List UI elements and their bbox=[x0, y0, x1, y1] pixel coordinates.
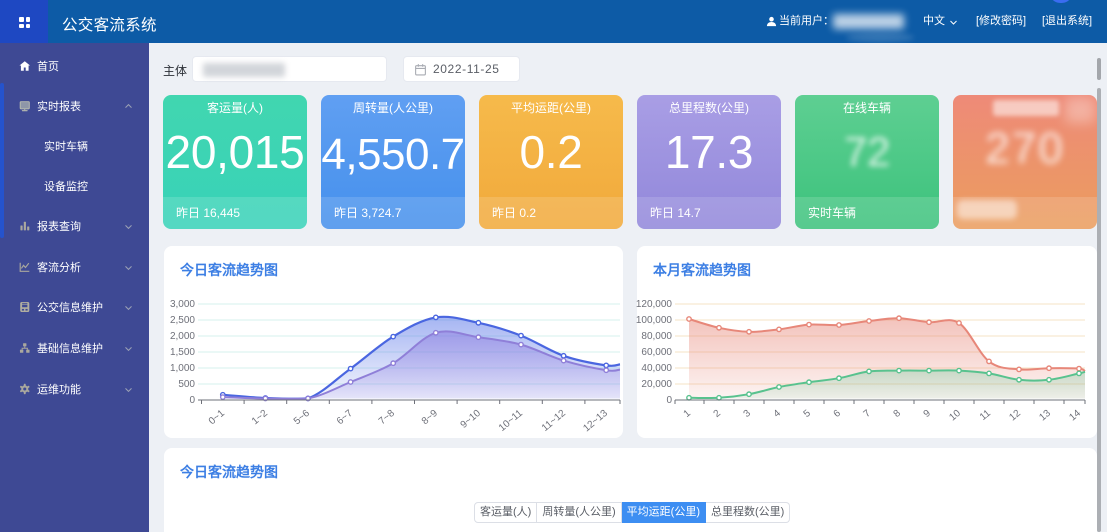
svg-text:7: 7 bbox=[862, 408, 874, 420]
svg-text:8: 8 bbox=[892, 408, 904, 420]
svg-text:4: 4 bbox=[772, 408, 784, 420]
svg-text:2,500: 2,500 bbox=[170, 315, 195, 326]
svg-text:20,000: 20,000 bbox=[641, 379, 672, 390]
svg-text:11~12: 11~12 bbox=[540, 408, 568, 434]
svg-text:5~6: 5~6 bbox=[292, 408, 312, 428]
svg-text:13: 13 bbox=[1037, 408, 1053, 424]
svg-text:3: 3 bbox=[742, 408, 754, 420]
svg-text:5: 5 bbox=[802, 408, 814, 420]
svg-text:10~11: 10~11 bbox=[497, 408, 525, 434]
svg-text:12~13: 12~13 bbox=[581, 408, 610, 435]
svg-text:11: 11 bbox=[978, 408, 993, 423]
svg-text:60,000: 60,000 bbox=[641, 347, 672, 358]
svg-text:9: 9 bbox=[922, 408, 934, 420]
svg-text:1: 1 bbox=[682, 408, 694, 420]
svg-text:0: 0 bbox=[666, 395, 672, 406]
svg-text:0: 0 bbox=[189, 395, 195, 406]
svg-text:100,000: 100,000 bbox=[636, 315, 673, 326]
svg-text:7~8: 7~8 bbox=[377, 408, 397, 428]
svg-text:9~10: 9~10 bbox=[459, 408, 484, 431]
svg-text:1,000: 1,000 bbox=[170, 363, 195, 374]
svg-text:12: 12 bbox=[1007, 408, 1023, 424]
svg-text:14: 14 bbox=[1067, 408, 1083, 424]
svg-text:10: 10 bbox=[947, 408, 963, 424]
svg-text:3,000: 3,000 bbox=[170, 299, 195, 310]
svg-text:80,000: 80,000 bbox=[641, 331, 672, 342]
svg-text:8~9: 8~9 bbox=[420, 408, 440, 428]
svg-text:2,000: 2,000 bbox=[170, 331, 195, 342]
svg-text:6~7: 6~7 bbox=[335, 408, 355, 428]
svg-text:0~1: 0~1 bbox=[207, 408, 227, 428]
svg-text:6: 6 bbox=[832, 408, 844, 420]
svg-text:1,500: 1,500 bbox=[170, 347, 195, 358]
svg-text:120,000: 120,000 bbox=[636, 299, 673, 310]
svg-text:1~2: 1~2 bbox=[250, 408, 270, 428]
svg-text:40,000: 40,000 bbox=[641, 363, 672, 374]
svg-text:2: 2 bbox=[712, 408, 724, 420]
svg-text:500: 500 bbox=[178, 379, 195, 390]
